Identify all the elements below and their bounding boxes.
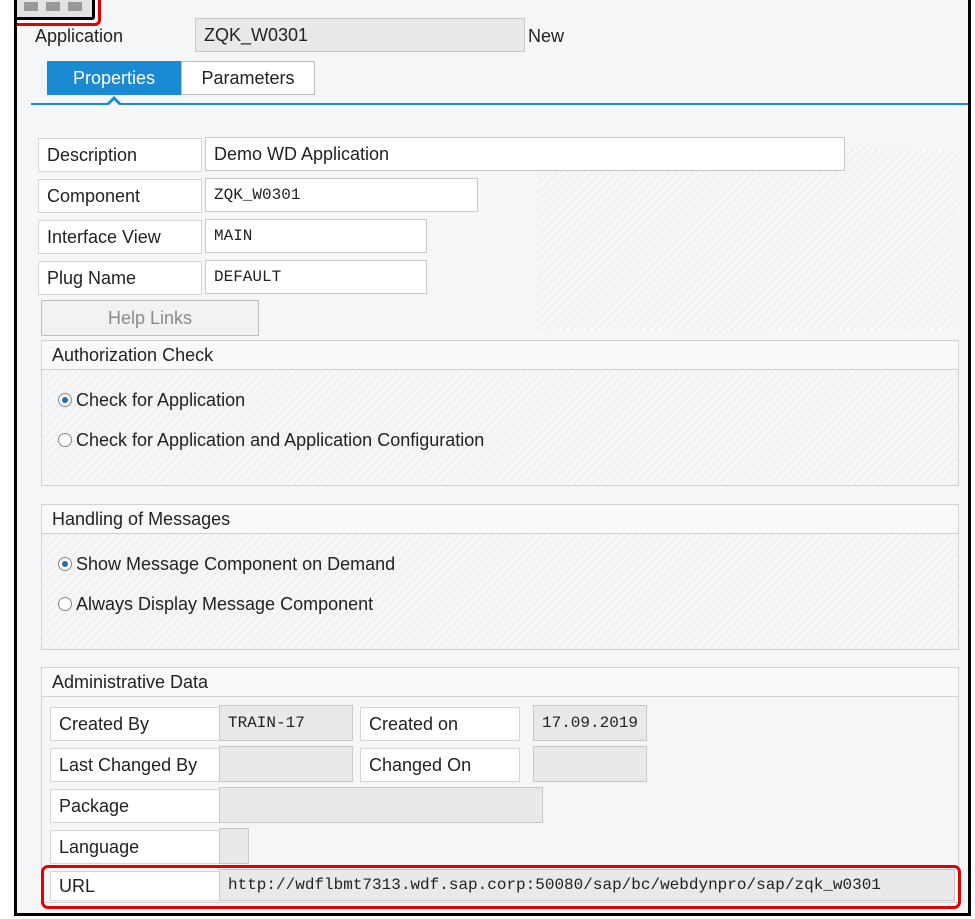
radio-show-on-demand-label[interactable]: Show Message Component on Demand [76,555,395,573]
tab-properties[interactable]: Properties [47,61,181,95]
language-label: Language [50,830,238,864]
authorization-group-body: Check for Application Check for Applicat… [41,370,959,486]
component-label: Component [38,179,202,213]
created-on-field: 17.09.2019 [533,705,647,741]
help-links-button[interactable]: Help Links [41,300,259,336]
application-name-field: ZQK_W0301 [195,18,525,52]
interface-view-input[interactable]: MAIN [205,219,427,253]
status-text: New [528,26,565,46]
plug-name-label: Plug Name [38,261,202,295]
tab-pointer-inner [108,100,120,106]
tab-parameters[interactable]: Parameters [181,61,315,95]
component-input[interactable]: ZQK_W0301 [205,178,478,212]
toolbar-highlight-box [17,0,101,26]
admin-group-header: Administrative Data [41,667,959,697]
created-on-label: Created on [360,707,520,741]
group-pattern [42,370,958,485]
group-pattern [42,534,958,649]
radio-check-application[interactable] [58,393,72,407]
messages-group-header: Handling of Messages [41,504,959,534]
background-pattern [537,150,957,330]
description-input[interactable]: Demo WD Application [205,137,845,171]
created-by-field: TRAIN-17 [219,705,353,741]
language-field [219,828,249,864]
plug-name-input[interactable]: DEFAULT [205,260,427,294]
authorization-group-header: Authorization Check [41,340,959,370]
application-window: Application ZQK_W0301 New Properties Par… [14,0,971,916]
created-by-label: Created By [50,707,238,741]
interface-view-label: Interface View [38,220,202,254]
last-changed-by-field [219,746,353,782]
tab-underline [31,103,968,105]
radio-show-on-demand[interactable] [58,557,72,571]
radio-always-display-label[interactable]: Always Display Message Component [76,595,373,613]
changed-on-field [533,746,647,782]
radio-check-application-label[interactable]: Check for Application [76,391,245,409]
messages-group-body: Show Message Component on Demand Always … [41,534,959,650]
url-highlight-box [41,865,961,909]
radio-always-display[interactable] [58,597,72,611]
application-label: Application [35,26,124,46]
package-field [219,787,543,823]
package-label: Package [50,789,238,823]
radio-check-application-config[interactable] [58,433,72,447]
last-changed-by-label: Last Changed By [50,748,238,782]
description-label: Description [38,138,202,172]
changed-on-label: Changed On [360,748,520,782]
radio-check-application-config-label[interactable]: Check for Application and Application Co… [76,431,484,449]
